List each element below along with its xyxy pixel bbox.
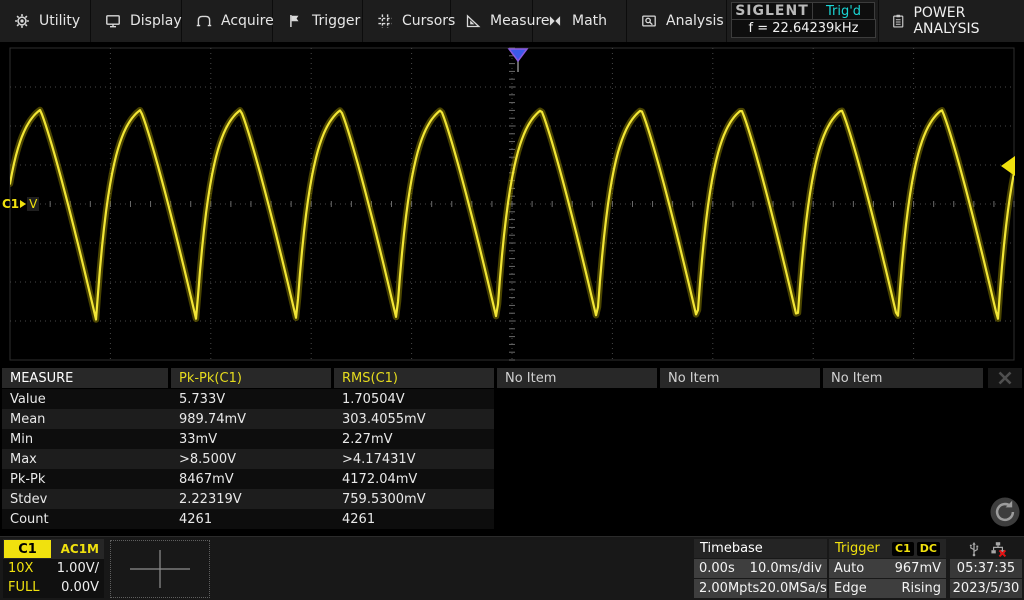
system-status-box: 05:37:35 2023/5/30	[950, 539, 1022, 598]
ruler-triangle-icon	[466, 14, 481, 28]
menu-item-label: Cursors	[402, 13, 456, 29]
timebase-box[interactable]: Timebase 0.00s 10.0ms/div 2.00Mpts 20.0M…	[694, 539, 827, 598]
measure-slot-1[interactable]: Pk-Pk(C1)	[171, 368, 331, 388]
gear-icon	[15, 14, 29, 28]
table-row: Mean 989.74mV 303.4055mV	[2, 409, 494, 429]
menu-item-power-analysis[interactable]: POWER ANALYSIS	[878, 0, 1024, 42]
menu-bar: Utility Display Acquire Trigger Cursors …	[0, 0, 1024, 42]
measure-panel-close-button[interactable]	[988, 368, 1022, 388]
channel1-offset-arrow-icon	[20, 200, 27, 208]
menu-item-measure[interactable]: Measure	[451, 0, 550, 42]
analysis-magnifier-icon	[642, 15, 656, 27]
trigger-box[interactable]: Trigger C1 DC Auto 967mV Edge Rising	[829, 539, 946, 598]
frequency-readout: f = 22.64239kHz	[731, 19, 876, 38]
table-row: Min 33mV 2.27mV	[2, 429, 494, 449]
menu-item-label: Math	[572, 13, 608, 29]
trigger-status-badge: Trig'd	[812, 2, 875, 20]
menu-item-cursors[interactable]: Cursors	[363, 0, 455, 42]
timebase-title: Timebase	[694, 539, 827, 558]
menu-item-label: Analysis	[666, 13, 724, 29]
waveform-display-area[interactable]: C1 V	[0, 42, 1024, 368]
timebase-scale: 10.0ms/div	[749, 561, 822, 576]
menu-item-label: Trigger	[312, 13, 361, 29]
measure-statistics-table: Value 5.733V 1.70504V Mean 989.74mV 303.4055…	[2, 389, 494, 529]
trigger-mode: Auto	[834, 561, 865, 576]
trigger-position-marker[interactable]	[507, 48, 529, 63]
menu-item-label: Display	[130, 13, 182, 29]
timebase-delay: 0.00s	[699, 561, 735, 576]
power-analysis-label: POWER ANALYSIS	[913, 5, 980, 37]
channel1-bandwidth: FULL	[8, 580, 40, 595]
channel1-marker-label: C1	[2, 197, 20, 211]
oscilloscope-screen: Utility Display Acquire Trigger Cursors …	[0, 0, 1024, 600]
table-row: Value 5.733V 1.70504V	[2, 389, 494, 409]
table-row: Max >8.500V >4.17431V	[2, 449, 494, 469]
measure-slot-3[interactable]: No Item	[497, 368, 657, 388]
measure-panel: MEASURE Pk-Pk(C1) RMS(C1) No Item No Ite…	[0, 368, 1024, 532]
timebase-sample-rate: 20.0MSa/s	[759, 581, 827, 596]
brand-status-box: SIGLENT Trig'd f = 22.64239kHz	[731, 2, 876, 40]
trigger-source-badge: C1	[892, 541, 914, 556]
menu-item-acquire[interactable]: Acquire	[182, 0, 274, 42]
clipboard-icon	[893, 14, 904, 28]
clock-date: 2023/5/30	[950, 579, 1022, 598]
measure-slot-2[interactable]: RMS(C1)	[334, 368, 494, 388]
bottom-status-bar: C1 AC1M 10X 1.00V/ FULL 0.00V Timebase 0…	[0, 536, 1024, 600]
menu-item-utility[interactable]: Utility	[0, 0, 91, 42]
channel1-scale: 1.00V/	[56, 561, 99, 576]
lan-disconnected-icon	[990, 541, 1006, 557]
trigger-title: Trigger	[835, 541, 880, 556]
empty-channel-slot	[110, 540, 210, 598]
channel1-descriptor-box[interactable]: C1 AC1M 10X 1.00V/ FULL 0.00V	[3, 539, 104, 598]
measure-header-row: MEASURE Pk-Pk(C1) RMS(C1) No Item No Ite…	[2, 368, 1024, 388]
channel1-offset: 0.00V	[61, 580, 99, 595]
trigger-slope: Rising	[901, 581, 941, 596]
trigger-type: Edge	[834, 581, 867, 596]
channel1-coupling: AC1M	[60, 542, 99, 556]
timebase-memory-depth: 2.00Mpts	[699, 581, 760, 596]
measure-slot-5[interactable]: No Item	[823, 368, 983, 388]
graticule-grid	[9, 47, 1015, 361]
math-bowtie-icon	[549, 16, 561, 26]
close-icon	[998, 371, 1012, 385]
channel1-name-badge: C1	[4, 540, 51, 558]
channel1-offset-marker[interactable]: C1 V	[2, 196, 40, 212]
trigger-coupling-badge: DC	[916, 541, 940, 556]
table-row: Stdev 2.22319V 759.5300mV	[2, 489, 494, 509]
measure-panel-title: MEASURE	[2, 368, 168, 388]
usb-icon	[969, 541, 978, 556]
flag-icon	[290, 15, 299, 27]
menu-item-analysis[interactable]: Analysis	[627, 0, 727, 42]
measure-slot-4[interactable]: No Item	[660, 368, 820, 388]
reset-statistics-button[interactable]	[988, 495, 1022, 529]
table-row: Pk-Pk 8467mV 4172.04mV	[2, 469, 494, 489]
menu-item-trigger[interactable]: Trigger	[273, 0, 363, 42]
cursors-icon	[378, 14, 392, 28]
menu-item-math[interactable]: Math	[533, 0, 627, 42]
trigger-level: 967mV	[894, 561, 941, 576]
menu-item-label: Acquire	[221, 13, 274, 29]
brand-logo: SIGLENT	[731, 2, 813, 20]
refresh-icon	[990, 497, 1020, 527]
menu-item-display[interactable]: Display	[91, 0, 182, 42]
channel1-probe: 10X	[8, 561, 34, 576]
acquire-icon	[196, 15, 212, 27]
menu-item-label: Utility	[39, 13, 81, 29]
channel1-marker-unit: V	[27, 197, 40, 211]
crosshair-icon	[130, 550, 190, 588]
monitor-icon	[106, 15, 120, 28]
clock-time: 05:37:35	[950, 559, 1022, 578]
scope-graticule-svg	[9, 47, 1015, 361]
table-row: Count 4261 4261	[2, 509, 494, 529]
trigger-level-marker[interactable]	[1001, 156, 1015, 176]
